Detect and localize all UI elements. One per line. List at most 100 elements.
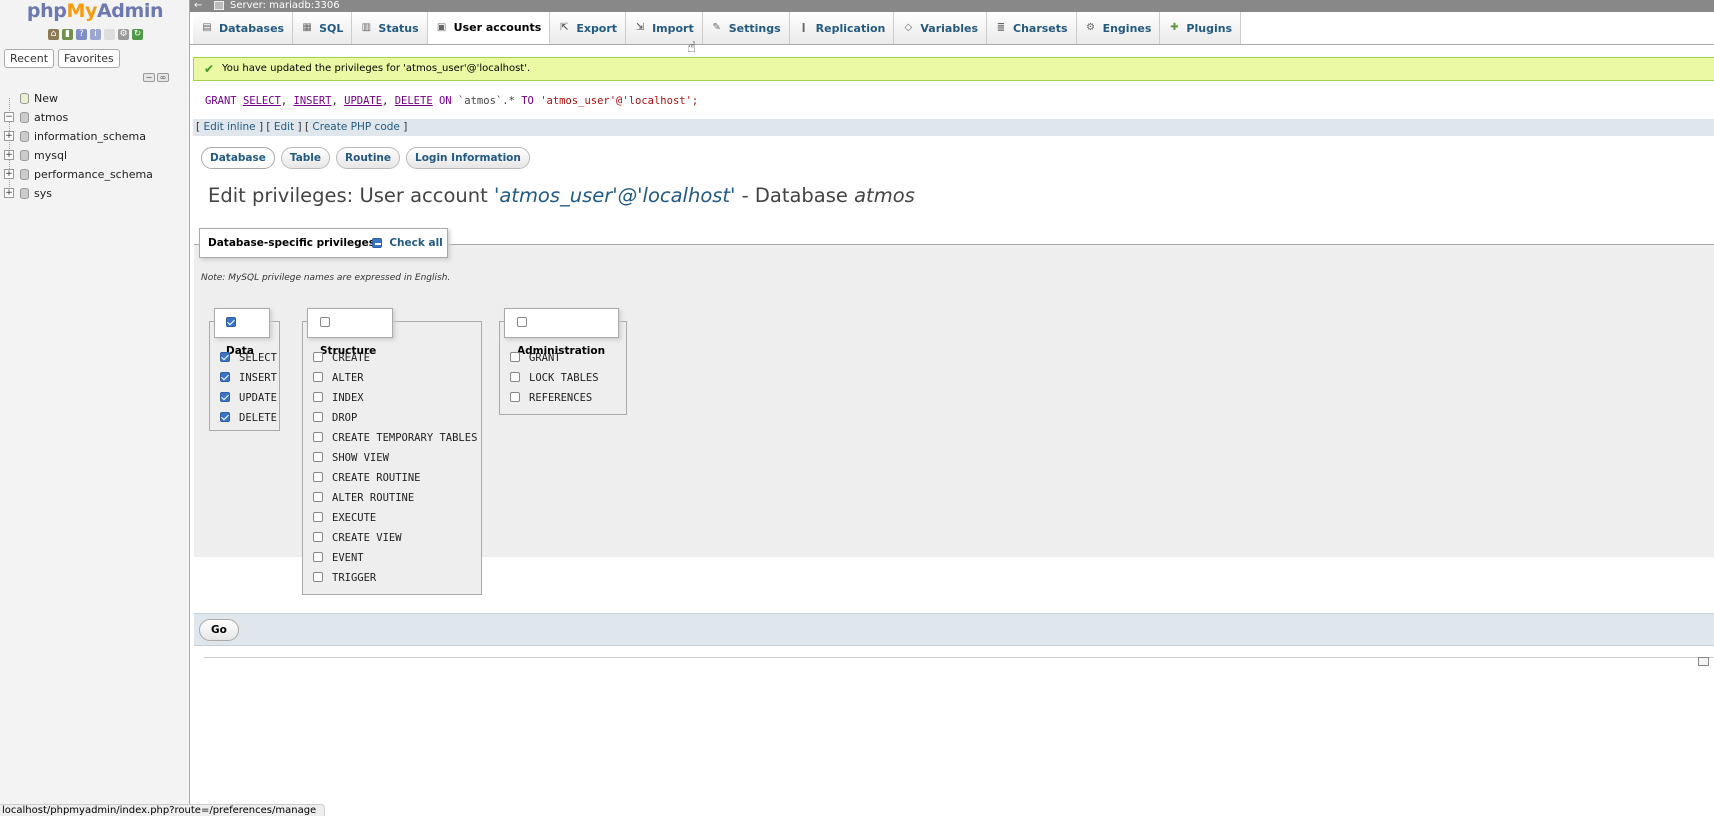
privilege-row[interactable]: CREATE ROUTINE	[313, 471, 421, 485]
privilege-checkbox[interactable]	[313, 412, 323, 422]
privilege-label[interactable]: LOCK TABLES	[529, 372, 599, 384]
collapse-icon[interactable]: −	[4, 112, 14, 122]
collapse-all-icon[interactable]: −	[143, 73, 155, 82]
expand-icon[interactable]: +	[4, 131, 14, 141]
tree-item-new[interactable]: New	[0, 89, 190, 108]
privilege-row[interactable]: GRANT	[510, 351, 561, 365]
edit-inline-link[interactable]: Edit inline	[203, 121, 255, 133]
structure-group-legend[interactable]: Structure	[307, 308, 393, 357]
tree-item-information-schema[interactable]: + information_schema	[0, 127, 190, 146]
tab-variables[interactable]: ◇ Variables	[894, 12, 987, 44]
subtab-routine[interactable]: Routine	[336, 147, 401, 169]
docs-icon[interactable]: i	[90, 29, 101, 40]
privilege-label[interactable]: EXECUTE	[332, 512, 376, 524]
privilege-checkbox[interactable]	[510, 392, 520, 402]
privilege-checkbox[interactable]	[220, 372, 230, 382]
privilege-row[interactable]: TRIGGER	[313, 571, 376, 585]
tree-item-label[interactable]: performance_schema	[34, 165, 153, 184]
privilege-row[interactable]: SELECT	[220, 351, 277, 365]
recent-tab[interactable]: Recent	[4, 49, 55, 68]
privilege-row[interactable]: ALTER ROUTINE	[313, 491, 414, 505]
tree-item-label[interactable]: information_schema	[34, 127, 146, 146]
expand-icon[interactable]: +	[4, 188, 14, 198]
privilege-label[interactable]: REFERENCES	[529, 392, 592, 404]
check-all-checkbox[interactable]	[372, 238, 382, 248]
privilege-checkbox[interactable]	[313, 472, 323, 482]
administration-group-checkbox[interactable]	[517, 317, 527, 327]
tree-item-performance-schema[interactable]: + performance_schema	[0, 165, 190, 184]
privilege-row[interactable]: DELETE	[220, 411, 277, 425]
privilege-checkbox[interactable]	[313, 432, 323, 442]
tab-replication[interactable]: ǀ Replication	[789, 12, 895, 44]
privilege-row[interactable]: EVENT	[313, 551, 364, 565]
sql-privilege[interactable]: DELETE	[395, 95, 433, 107]
tab-export[interactable]: ⇱ Export	[550, 12, 627, 44]
tab-databases[interactable]: ▤ Databases	[193, 12, 294, 44]
tree-item-mysql[interactable]: + mysql	[0, 146, 190, 165]
tree-item-atmos[interactable]: − atmos	[0, 108, 190, 127]
privilege-row[interactable]: CREATE TEMPORARY TABLES	[313, 431, 477, 445]
administration-group-legend[interactable]: Administration	[504, 308, 619, 357]
structure-group-checkbox[interactable]	[320, 317, 330, 327]
privilege-checkbox[interactable]	[510, 372, 520, 382]
back-arrow-icon[interactable]: ←	[194, 0, 202, 12]
privilege-checkbox[interactable]	[313, 352, 323, 362]
tree-item-label[interactable]: New	[34, 89, 58, 108]
privilege-label[interactable]: SHOW VIEW	[332, 452, 389, 464]
privilege-checkbox[interactable]	[313, 552, 323, 562]
privilege-label[interactable]: SELECT	[239, 352, 277, 364]
check-all[interactable]: Check all	[372, 229, 443, 257]
subtab-login-information[interactable]: Login Information	[406, 147, 530, 169]
privilege-label[interactable]: CREATE	[332, 352, 370, 364]
privilege-checkbox[interactable]	[313, 492, 323, 502]
subtab-database[interactable]: Database	[201, 147, 275, 169]
logout-icon[interactable]: ▮	[62, 29, 73, 40]
data-group-legend[interactable]: Data	[214, 308, 270, 357]
console-toggle-icon[interactable]	[1698, 657, 1709, 666]
tab-engines[interactable]: ⚙ Engines	[1076, 12, 1161, 44]
tree-item-label[interactable]: atmos	[34, 108, 68, 127]
privilege-row[interactable]: LOCK TABLES	[510, 371, 599, 385]
privilege-label[interactable]: DROP	[332, 412, 357, 424]
privilege-label[interactable]: EVENT	[332, 552, 364, 564]
query-window-icon[interactable]: ?	[76, 29, 87, 40]
gear-icon[interactable]: ⚙	[118, 29, 129, 40]
privilege-row[interactable]: CREATE VIEW	[313, 531, 402, 545]
favorites-tab[interactable]: Favorites	[58, 49, 120, 68]
privilege-checkbox[interactable]	[313, 572, 323, 582]
privilege-row[interactable]: ALTER	[313, 371, 364, 385]
tree-item-sys[interactable]: + sys	[0, 184, 190, 203]
privilege-label[interactable]: ALTER	[332, 372, 364, 384]
tab-status[interactable]: ▥ Status	[352, 12, 428, 44]
privilege-label[interactable]: INDEX	[332, 392, 364, 404]
tab-settings[interactable]: ✎ Settings	[702, 12, 790, 44]
expand-icon[interactable]: +	[4, 169, 14, 179]
privilege-checkbox[interactable]	[313, 452, 323, 462]
privilege-checkbox[interactable]	[510, 352, 520, 362]
privilege-row[interactable]: REFERENCES	[510, 391, 592, 405]
privilege-checkbox[interactable]	[313, 532, 323, 542]
server-breadcrumb[interactable]: Server: mariadb:3306	[230, 0, 340, 12]
reload-icon[interactable]: ↻	[132, 29, 143, 40]
tab-sql[interactable]: ▦ SQL	[293, 12, 353, 44]
privilege-row[interactable]: CREATE	[313, 351, 370, 365]
privilege-label[interactable]: CREATE VIEW	[332, 532, 402, 544]
privilege-row[interactable]: UPDATE	[220, 391, 277, 405]
go-button[interactable]: Go	[199, 619, 239, 641]
privilege-row[interactable]: INSERT	[220, 371, 277, 385]
privilege-label[interactable]: GRANT	[529, 352, 561, 364]
privilege-label[interactable]: TRIGGER	[332, 572, 376, 584]
privilege-checkbox[interactable]	[220, 412, 230, 422]
phpmyadmin-logo[interactable]: phpMyAdmin	[0, 0, 190, 22]
home-icon[interactable]: ⌂	[48, 29, 59, 40]
privilege-row[interactable]: DROP	[313, 411, 357, 425]
privilege-label[interactable]: DELETE	[239, 412, 277, 424]
title-account[interactable]: 'atmos_user'@'localhost'	[494, 184, 735, 207]
subtab-table[interactable]: Table	[280, 147, 331, 169]
privilege-label[interactable]: UPDATE	[239, 392, 277, 404]
privilege-label[interactable]: CREATE TEMPORARY TABLES	[332, 432, 477, 444]
create-php-code-link[interactable]: Create PHP code	[312, 121, 399, 133]
privilege-label[interactable]: CREATE ROUTINE	[332, 472, 421, 484]
sql-privilege[interactable]: UPDATE	[344, 95, 382, 107]
tree-item-label[interactable]: sys	[34, 184, 52, 203]
